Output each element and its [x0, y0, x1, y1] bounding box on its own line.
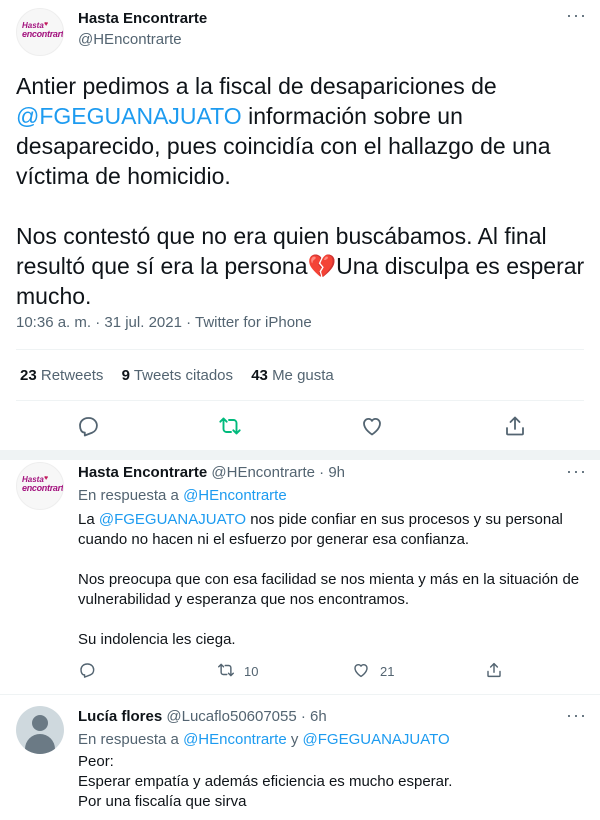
reply-line: Esperar empatía y además eficiencia es m…: [78, 773, 453, 790]
avatar[interactable]: Hasta ♥ encontrarte: [16, 8, 64, 56]
display-name-text: Lucía flores: [78, 708, 163, 725]
reply-line: Peor:: [78, 753, 114, 770]
thread-separator: [0, 450, 600, 460]
reply-icon: [80, 663, 95, 678]
default-avatar-head: [32, 715, 48, 731]
reply-button[interactable]: [76, 414, 100, 438]
like-button[interactable]: [360, 414, 384, 438]
avatar-logo-text-bottom: encontrarte: [22, 483, 64, 493]
mention-link[interactable]: @HEncontrarte: [183, 487, 287, 504]
reply-line: Por una fiscalía que sirva: [78, 793, 247, 810]
mention-link[interactable]: @FGEGUANAJUATO: [99, 511, 246, 528]
retweet-button[interactable]: [217, 661, 237, 681]
share-icon: [506, 416, 524, 436]
heart-logo-icon: ♥: [44, 21, 49, 28]
retweets-count[interactable]: 23: [20, 367, 37, 384]
like-count[interactable]: 21: [380, 664, 394, 679]
reply-to-joiner: y: [286, 731, 303, 748]
heart-icon: [354, 663, 368, 678]
quotes-label[interactable]: Tweets citados: [134, 367, 233, 384]
retweet-icon: [219, 417, 241, 435]
broken-heart-emoji: 💔: [307, 253, 337, 279]
mention-link[interactable]: @FGEGUANAJUATO: [303, 731, 450, 748]
likes-count[interactable]: 43: [251, 367, 268, 384]
tweet-paragraph-2: Nos contestó que no era quien buscábamos…: [16, 221, 586, 311]
divider: [16, 400, 584, 401]
retweet-count[interactable]: 10: [244, 664, 258, 679]
share-button[interactable]: [485, 661, 505, 681]
quotes-count[interactable]: 9: [122, 367, 130, 384]
like-button[interactable]: [352, 661, 372, 681]
divider: [16, 349, 584, 350]
share-button[interactable]: [503, 414, 527, 438]
handle[interactable]: @HEncontrarte: [78, 31, 182, 48]
text-segment: La: [78, 511, 99, 528]
more-icon[interactable]: ···: [566, 6, 586, 28]
share-icon: [487, 662, 501, 678]
retweet-icon: [218, 663, 234, 677]
main-tweet: Hasta ♥ encontrarte Hasta Encontrarte @H…: [0, 0, 600, 450]
tweet-stats: 23 Retweets 9 Tweets citados 43 Me gusta: [20, 367, 334, 384]
text-segment: nos pide confiar en sus procesos y su pe…: [246, 511, 563, 528]
heart-logo-icon: ♥: [44, 475, 49, 482]
handle-time[interactable]: @Lucaflo50607055 · 6h: [166, 708, 326, 725]
mention-link[interactable]: @FGEGUANAJUATO: [16, 103, 242, 129]
more-icon[interactable]: ···: [566, 706, 586, 728]
more-icon[interactable]: ···: [566, 462, 586, 484]
reply-to: En respuesta a @HEncontrarte: [78, 486, 287, 506]
tweet-text: Antier pedimos a la fiscal de desaparici…: [16, 71, 586, 311]
display-name[interactable]: Hasta Encontrarte: [78, 10, 207, 27]
mention-link[interactable]: @HEncontrarte: [183, 731, 287, 748]
reply-button[interactable]: [78, 661, 98, 681]
display-name-text: Hasta Encontrarte: [78, 464, 208, 481]
avatar-logo-text-bottom: encontrarte: [22, 29, 64, 39]
divider: [0, 694, 600, 695]
reply-to-label: En respuesta a: [78, 487, 184, 504]
display-name[interactable]: Lucía flores @Lucaflo50607055 · 6h: [78, 708, 327, 725]
retweet-button[interactable]: [218, 414, 242, 438]
likes-label[interactable]: Me gusta: [272, 367, 334, 384]
reply-line: Su indolencia les ciega.: [78, 631, 236, 648]
avatar[interactable]: [16, 706, 64, 754]
avatar[interactable]: Hasta ♥ encontrarte: [16, 462, 64, 510]
tweet-paragraph-1: Antier pedimos a la fiscal de desaparici…: [16, 71, 586, 191]
handle-time[interactable]: @HEncontrarte · 9h: [211, 464, 345, 481]
reply-line: La @FGEGUANAJUATO nos pide confiar en su…: [78, 510, 563, 530]
default-avatar-body: [25, 734, 55, 754]
retweets-label[interactable]: Retweets: [41, 367, 104, 384]
tweet-text-segment: Antier pedimos a la fiscal de desaparici…: [16, 73, 497, 99]
heart-icon: [363, 418, 381, 436]
reply-to-label: En respuesta a: [78, 731, 184, 748]
reply-line: cuando no hacen ni el esfuerzo por gener…: [78, 531, 470, 548]
tweet-meta[interactable]: 10:36 a. m. · 31 jul. 2021 · Twitter for…: [16, 314, 312, 331]
display-name[interactable]: Hasta Encontrarte @HEncontrarte · 9h: [78, 464, 345, 481]
reply-to: En respuesta a @HEncontrarte y @FGEGUANA…: [78, 730, 450, 750]
reply-icon: [79, 417, 98, 437]
reply-line: Nos preocupa que con esa facilidad se no…: [78, 571, 580, 588]
reply-line: vulnerabilidad y esperanza que nos encon…: [78, 591, 410, 608]
